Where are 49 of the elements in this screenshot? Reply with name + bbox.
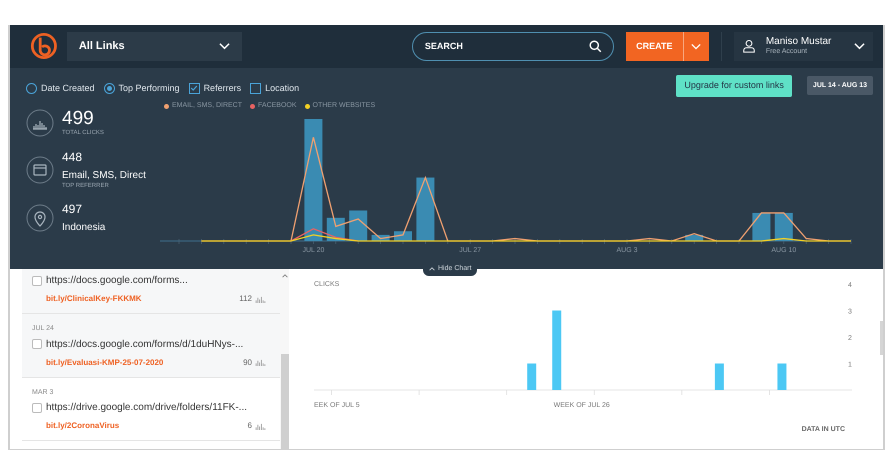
- click-count: 112: [239, 293, 252, 305]
- bar-chart-icon: [26, 108, 54, 137]
- chevron-up-icon: [429, 267, 435, 271]
- filter-label: Referrers: [204, 82, 242, 95]
- checkbox[interactable]: [32, 402, 42, 412]
- chart-bar: [349, 210, 368, 242]
- chart-bar: [774, 213, 793, 242]
- bar-chart-icon: [255, 296, 266, 302]
- scrollbar-thumb[interactable]: [280, 354, 288, 449]
- chevron-down-icon: [218, 42, 230, 50]
- filter-label: Location: [265, 82, 300, 95]
- filter-label: Date Created: [41, 82, 95, 95]
- logo[interactable]: [30, 32, 58, 60]
- radio-button[interactable]: [26, 82, 37, 94]
- chart-bar: [527, 364, 536, 390]
- links-dropdown[interactable]: All Links: [66, 32, 242, 61]
- checkbox[interactable]: [250, 82, 262, 94]
- checkbox[interactable]: [188, 82, 200, 94]
- stat-value: 448: [62, 150, 84, 163]
- stat-name: Indonesia: [62, 222, 106, 233]
- radio-button[interactable]: [104, 82, 115, 94]
- checkbox[interactable]: [32, 276, 42, 286]
- link-item[interactable]: https://docs.google.com/forms... bit.ly/ClinicalKey-FKKMK 112: [22, 269, 280, 314]
- chart-bar: [416, 178, 434, 242]
- link-url: https://drive.google.com/drive/folders/11FK-...: [46, 401, 248, 415]
- stat-value: 499: [62, 109, 95, 128]
- user-icon: [742, 39, 756, 54]
- map-pin-icon: [26, 204, 54, 232]
- browser-window-icon: [26, 156, 54, 184]
- chart-bar: [752, 213, 770, 242]
- search-field[interactable]: SEARCH: [412, 32, 614, 61]
- link-url: https://docs.google.com/forms/d/1duHNys-...: [46, 338, 244, 352]
- link-url: https://docs.google.com/forms...: [46, 274, 188, 288]
- filter-label: Top Performing: [118, 82, 180, 95]
- click-count: 90: [243, 356, 252, 368]
- stat-name: Email, SMS, Direct: [62, 170, 146, 181]
- chart-bar: [714, 364, 724, 390]
- checkbox[interactable]: [32, 339, 42, 349]
- scroll-up-icon[interactable]: [282, 274, 288, 278]
- chart-bar: [777, 364, 786, 390]
- bar-chart-icon: [255, 422, 266, 430]
- click-count: 6: [248, 420, 252, 432]
- upgrade-button[interactable]: Upgrade for custom links: [676, 74, 792, 97]
- search-icon: [588, 40, 602, 53]
- chevron-down-icon: [691, 42, 702, 50]
- scrollbar-thumb[interactable]: [880, 321, 883, 355]
- bar-chart-icon: [255, 359, 266, 366]
- stat-value: 497: [62, 202, 84, 215]
- chevron-down-icon: [854, 42, 865, 50]
